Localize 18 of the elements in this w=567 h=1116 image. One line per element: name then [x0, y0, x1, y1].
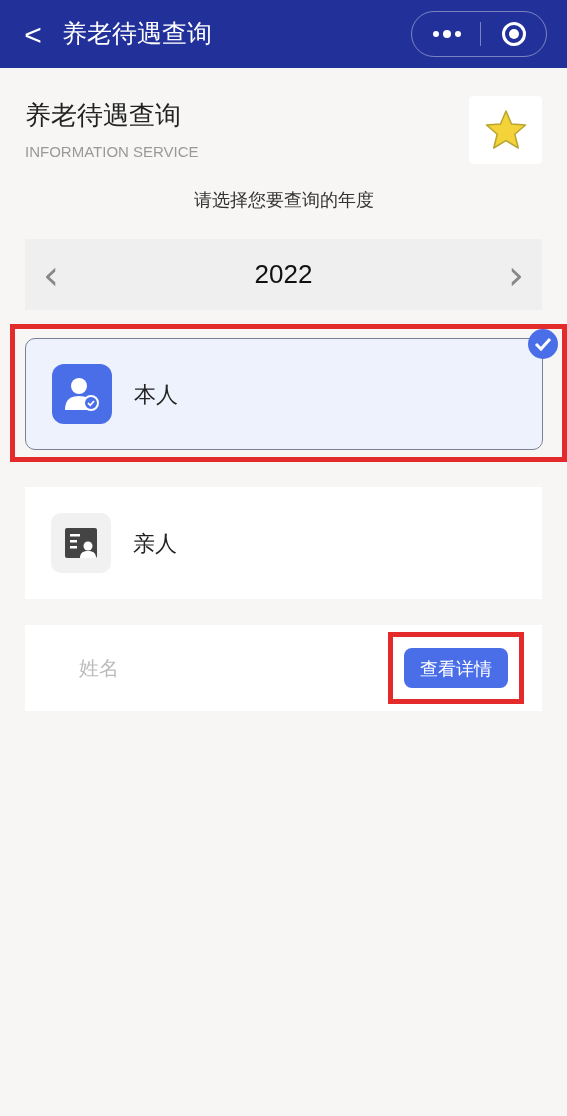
- contact-card-icon: [51, 513, 111, 573]
- option-label: 亲人: [133, 529, 177, 558]
- close-target-icon[interactable]: [501, 21, 527, 47]
- page-title: 养老待遇查询: [25, 99, 182, 132]
- more-icon[interactable]: [432, 29, 462, 39]
- name-label: 姓名: [79, 655, 119, 682]
- page-subtitle: INFORMATION SERVICE: [25, 142, 199, 162]
- back-button[interactable]: <: [20, 11, 46, 57]
- nav-title: 养老待遇查询: [62, 18, 212, 51]
- star-icon: [483, 109, 528, 151]
- selected-check-icon: [527, 328, 559, 360]
- person-option[interactable]: 亲人: [25, 487, 542, 599]
- year-prompt: 请选择您要查询的年度: [192, 188, 375, 212]
- person-option[interactable]: 本人: [25, 338, 543, 450]
- person-check-icon: [52, 364, 112, 424]
- year-value: 2022: [253, 258, 314, 291]
- option-label: 本人: [134, 380, 178, 409]
- view-details-button[interactable]: 查看详情: [404, 648, 508, 688]
